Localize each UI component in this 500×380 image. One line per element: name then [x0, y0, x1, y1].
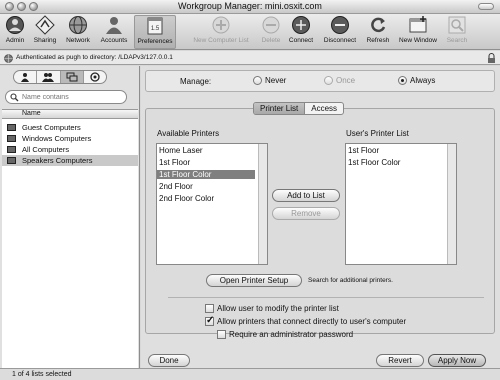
available-printers-scrollbar[interactable]: [258, 144, 267, 264]
tab-printer-list[interactable]: Printer List: [254, 103, 306, 114]
lock-icon[interactable]: [487, 53, 496, 63]
manage-label: Manage:: [180, 77, 212, 86]
computer-list-icon: [7, 146, 16, 153]
available-printers-list[interactable]: Home Laser 1st Floor 1st Floor Color 2nd…: [156, 143, 268, 265]
record-list-pane: Name Guest Computers Windows Computers A…: [0, 66, 140, 369]
column-header-name[interactable]: Name: [2, 109, 138, 119]
users-tab[interactable]: [14, 71, 38, 83]
auth-bar: Authenticated as pugh to directory: /LDA…: [0, 51, 500, 65]
printer-setup-note: Search for additional printers.: [308, 277, 393, 284]
disconnect-button[interactable]: Disconnect: [319, 15, 361, 49]
printer-item[interactable]: 2nd Floor Color: [159, 194, 214, 203]
user-printer-list-title: User's Printer List: [346, 129, 409, 138]
allow-modify-printer-list-checkbox[interactable]: Allow user to modify the printer list: [205, 304, 339, 313]
done-button[interactable]: Done: [148, 354, 190, 367]
auth-status-text: Authenticated as pugh to directory: /LDA…: [16, 54, 173, 61]
svg-text:1.5: 1.5: [151, 26, 160, 32]
new-window-button[interactable]: New Window: [396, 15, 440, 49]
computer-lists-tab[interactable]: [60, 71, 84, 83]
window-title: Workgroup Manager: mini.osxit.com: [178, 1, 322, 11]
refresh-button[interactable]: Refresh: [362, 15, 394, 49]
printer-item[interactable]: 2nd Floor: [159, 182, 193, 191]
settings-tabs: Printer List Access: [253, 102, 345, 115]
admin-icon: [6, 16, 24, 34]
selection-status: 1 of 4 lists selected: [12, 371, 72, 378]
search-icon: [448, 16, 466, 34]
printer-item[interactable]: 1st Floor Color: [348, 158, 400, 167]
manage-always-radio[interactable]: Always: [398, 76, 435, 85]
network-icon: [69, 16, 87, 34]
connect-button[interactable]: Connect: [286, 15, 316, 49]
toolbar-toggle-button[interactable]: [478, 3, 494, 10]
tab-access[interactable]: Access: [305, 103, 343, 114]
group-icon: [42, 73, 55, 82]
list-item[interactable]: Windows Computers: [2, 133, 138, 144]
window-titlebar: Workgroup Manager: mini.osxit.com: [0, 0, 500, 14]
manage-once-radio[interactable]: Once: [324, 76, 355, 85]
status-bar: 1 of 4 lists selected: [0, 368, 500, 380]
preferences-button[interactable]: 1.5 Preferences: [134, 15, 176, 49]
printer-item[interactable]: Home Laser: [159, 146, 203, 155]
groups-tab[interactable]: [37, 71, 61, 83]
toolbar: Admin Sharing Network Accounts 1.5 Prefe…: [0, 14, 500, 50]
add-to-list-button[interactable]: Add to List: [272, 189, 340, 202]
printer-item[interactable]: 1st Floor: [159, 158, 190, 167]
user-printer-list-scrollbar[interactable]: [447, 144, 456, 264]
new-computer-list-button[interactable]: New Computer List: [186, 15, 256, 49]
network-button[interactable]: Network: [62, 15, 94, 49]
search-button[interactable]: Search: [442, 15, 472, 49]
delete-icon: [262, 16, 280, 34]
delete-button[interactable]: Delete: [258, 15, 284, 49]
record-type-tabs: [13, 70, 107, 84]
add-icon: [212, 16, 230, 34]
connect-icon: [292, 16, 310, 34]
preferences-icon: 1.5: [147, 17, 163, 35]
printer-list-panel: Available Printers Home Laser 1st Floor …: [145, 108, 495, 339]
list-item[interactable]: Guest Computers: [2, 122, 138, 133]
search-field[interactable]: [5, 90, 127, 104]
computer-list-icon: [7, 157, 16, 164]
detail-pane: Manage: Never Once Always Printer List A…: [141, 66, 500, 368]
sharing-icon: [35, 15, 55, 35]
search-input[interactable]: [22, 92, 122, 102]
user-icon: [21, 73, 30, 82]
require-admin-password-checkbox[interactable]: Require an administrator password: [217, 330, 353, 339]
magnifier-icon: [10, 93, 19, 102]
manage-never-radio[interactable]: Never: [253, 76, 286, 85]
allow-direct-printers-checkbox[interactable]: Allow printers that connect directly to …: [205, 315, 406, 326]
manage-bar: Manage: Never Once Always: [145, 70, 495, 92]
computer-list-icon: [7, 124, 16, 131]
available-printers-title: Available Printers: [157, 129, 220, 138]
printer-item-selected[interactable]: 1st Floor Color: [157, 170, 255, 179]
sharing-button[interactable]: Sharing: [31, 15, 59, 49]
computer-list-icon: [66, 72, 78, 82]
accounts-icon: [106, 17, 122, 34]
open-printer-setup-button[interactable]: Open Printer Setup: [206, 274, 302, 287]
revert-button[interactable]: Revert: [376, 354, 424, 367]
target-icon: [90, 72, 100, 82]
computer-list-icon: [7, 135, 16, 142]
divider: [168, 297, 484, 298]
disconnect-icon: [331, 16, 349, 34]
list-item[interactable]: All Computers: [2, 144, 138, 155]
new-window-icon: [409, 16, 427, 33]
refresh-icon: [371, 17, 386, 33]
accounts-button[interactable]: Accounts: [97, 15, 131, 49]
globe-icon: [4, 54, 13, 63]
user-printer-list[interactable]: 1st Floor 1st Floor Color: [345, 143, 457, 265]
all-records-tab[interactable]: [84, 71, 106, 83]
remove-button[interactable]: Remove: [272, 207, 340, 220]
printer-item[interactable]: 1st Floor: [348, 146, 379, 155]
list-item-selected[interactable]: Speakers Computers: [2, 155, 138, 166]
apply-now-button[interactable]: Apply Now: [428, 354, 486, 367]
admin-button[interactable]: Admin: [2, 15, 28, 49]
computer-lists: Guest Computers Windows Computers All Co…: [2, 119, 138, 369]
